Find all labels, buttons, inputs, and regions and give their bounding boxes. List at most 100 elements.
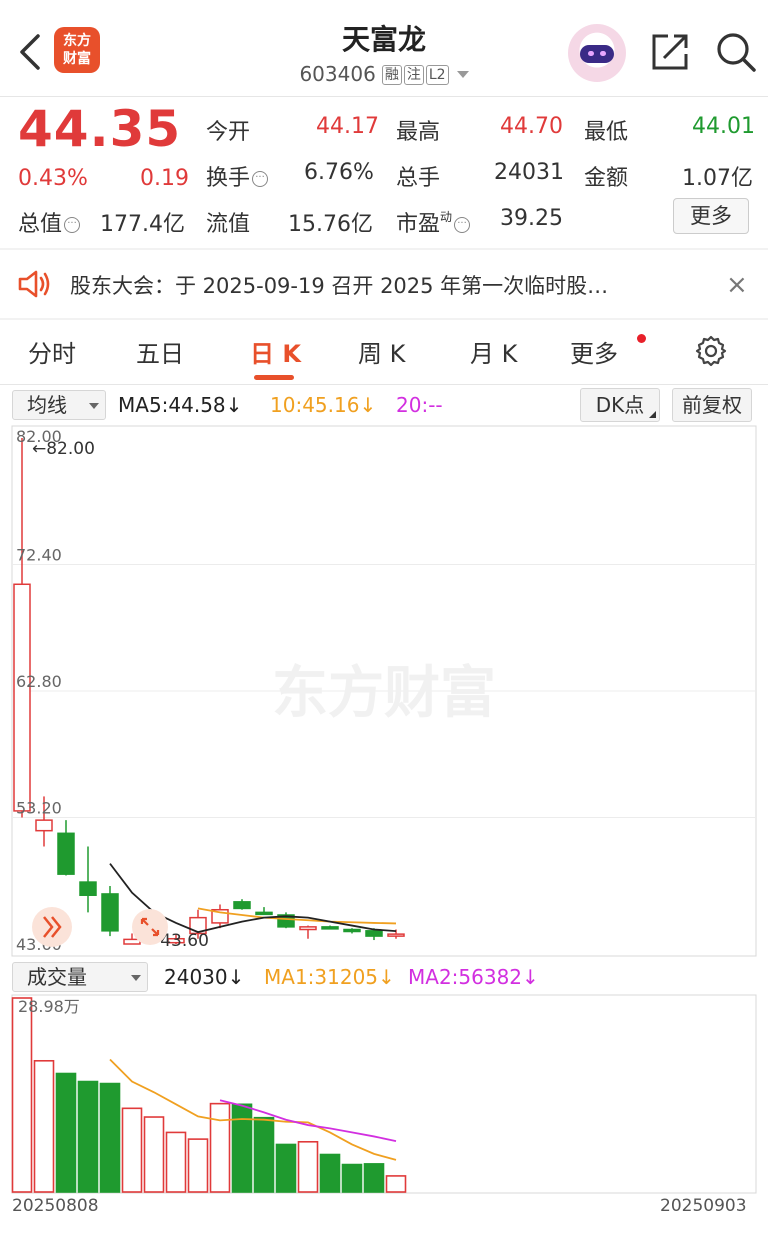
volume-bar[interactable]: [121, 1107, 143, 1193]
volume-bar[interactable]: [99, 1082, 121, 1193]
candle-body: [13, 583, 31, 812]
tab-more[interactable]: 更多: [570, 334, 618, 369]
stock-code: 603406: [299, 62, 376, 86]
share-icon[interactable]: [648, 30, 692, 74]
volume-value: 24031: [494, 160, 564, 185]
open-value: 44.17: [316, 114, 379, 139]
market-cap-label[interactable]: 总值 ···: [18, 206, 81, 238]
volume-bar[interactable]: [55, 1072, 77, 1193]
candle-body: [35, 819, 53, 832]
candle-body: [387, 933, 405, 937]
candle[interactable]: [321, 925, 339, 930]
volume-readout: 24030↓: [164, 965, 245, 989]
last-price: 44.35: [18, 100, 182, 158]
notice-text[interactable]: 股东大会：于 2025-09-19 召开 2025 年第一次临时股…: [70, 270, 608, 300]
indicator-select[interactable]: 均线: [12, 390, 106, 420]
high-label: 最高: [396, 120, 441, 145]
notification-dot: [637, 334, 646, 343]
candle[interactable]: [277, 912, 295, 929]
y-tick-label: 62.80: [16, 672, 62, 691]
close-icon[interactable]: ×: [726, 270, 748, 300]
candle-body: [255, 911, 273, 916]
gear-icon[interactable]: [694, 334, 728, 368]
volume-bar[interactable]: [165, 1131, 187, 1193]
volume-chart[interactable]: 28.98万: [0, 994, 768, 1194]
candle[interactable]: [101, 886, 119, 937]
corner-triangle-icon: [649, 411, 656, 418]
volume-bar[interactable]: [275, 1143, 297, 1193]
expand-icon[interactable]: [132, 909, 168, 945]
volume-bar[interactable]: [231, 1103, 253, 1193]
turnover-label[interactable]: 换手 ···: [206, 160, 269, 192]
ai-assistant-avatar[interactable]: [568, 24, 626, 82]
ma5-readout: MA5:44.58↓: [118, 393, 243, 417]
dk-point-button[interactable]: DK点: [580, 388, 660, 422]
volume-max-label: 28.98万: [18, 997, 80, 1016]
divider: [0, 384, 768, 385]
active-tab-indicator: [254, 375, 294, 380]
volume-indicator-select[interactable]: 成交量: [12, 962, 148, 992]
volume-bar[interactable]: [209, 1102, 231, 1193]
candle-body: [123, 938, 141, 945]
volume-bar[interactable]: [385, 1175, 407, 1193]
kline-chart[interactable]: 东方财富 82.0072.4062.8053.2043.60←82.00←43.…: [0, 424, 768, 960]
candle-body: [57, 832, 75, 875]
volume-bar[interactable]: [33, 1059, 55, 1193]
float-cap-value: 15.76亿: [288, 212, 373, 237]
divider: [0, 96, 768, 97]
turnover-value: 6.76%: [304, 160, 374, 185]
watermark-text: 东方财富: [272, 661, 496, 726]
change-percent: 0.43%: [18, 166, 88, 191]
avatar-eye: [600, 51, 606, 56]
tab-monthly-k[interactable]: 月 K: [470, 334, 517, 369]
search-icon[interactable]: [712, 28, 760, 76]
y-tick-label: 72.40: [16, 546, 62, 565]
top-bar: 东方 财富 天富龙 603406 融注 L2: [0, 0, 768, 96]
candle-body: [101, 893, 119, 932]
volume-bar[interactable]: [187, 1138, 209, 1193]
more-quote-button[interactable]: 更多: [673, 198, 749, 234]
volume-bar[interactable]: [341, 1163, 363, 1193]
low-value: 44.01: [692, 114, 755, 139]
low-label: 最低: [584, 120, 629, 145]
end-date-label: 20250903: [660, 1196, 747, 1216]
volume-bar[interactable]: [77, 1080, 99, 1193]
tab-intraday[interactable]: 分时: [28, 334, 76, 369]
y-tick-label: 53.20: [16, 799, 62, 818]
open-label: 今开: [206, 120, 251, 145]
candle-body: [233, 901, 251, 910]
adjust-button[interactable]: 前复权: [672, 388, 752, 422]
info-icon[interactable]: ···: [454, 217, 471, 233]
tag-registered: 注: [403, 65, 424, 85]
avatar-eye: [588, 51, 594, 56]
candle-body: [299, 926, 317, 931]
speaker-icon: [18, 270, 50, 298]
candle-body: [321, 926, 339, 930]
ma20-readout: 20:--: [396, 393, 443, 417]
pe-value: 39.25: [500, 206, 563, 231]
tab-daily-k[interactable]: 日 K: [250, 334, 301, 369]
candle-body: [343, 928, 361, 933]
pe-label[interactable]: 市盈动 ···: [396, 206, 471, 238]
chevron-right-double-icon[interactable]: [32, 907, 72, 947]
info-icon[interactable]: ···: [64, 217, 81, 233]
volume-bar[interactable]: [253, 1116, 275, 1193]
volume-bar[interactable]: [143, 1116, 165, 1193]
volume-bar[interactable]: [297, 1140, 319, 1193]
tab-weekly-k[interactable]: 周 K: [358, 334, 405, 369]
tag-margin: 融: [381, 65, 402, 85]
volume-bar[interactable]: [11, 997, 33, 1193]
volume-bar[interactable]: [319, 1153, 341, 1193]
chevron-down-icon: [89, 403, 99, 409]
candle-body: [365, 930, 383, 937]
ma10-readout: 10:45.16↓: [270, 393, 377, 417]
high-value: 44.70: [500, 114, 563, 139]
market-cap-value: 177.4亿: [100, 212, 185, 237]
volume-bar[interactable]: [363, 1163, 385, 1193]
chevron-down-icon: [456, 71, 469, 78]
float-cap-label: 流值: [206, 212, 251, 237]
info-icon[interactable]: ···: [252, 171, 269, 187]
tag-level2: L2: [425, 65, 449, 85]
amount-value: 1.07亿: [682, 166, 753, 191]
tab-five-day[interactable]: 五日: [136, 334, 184, 369]
